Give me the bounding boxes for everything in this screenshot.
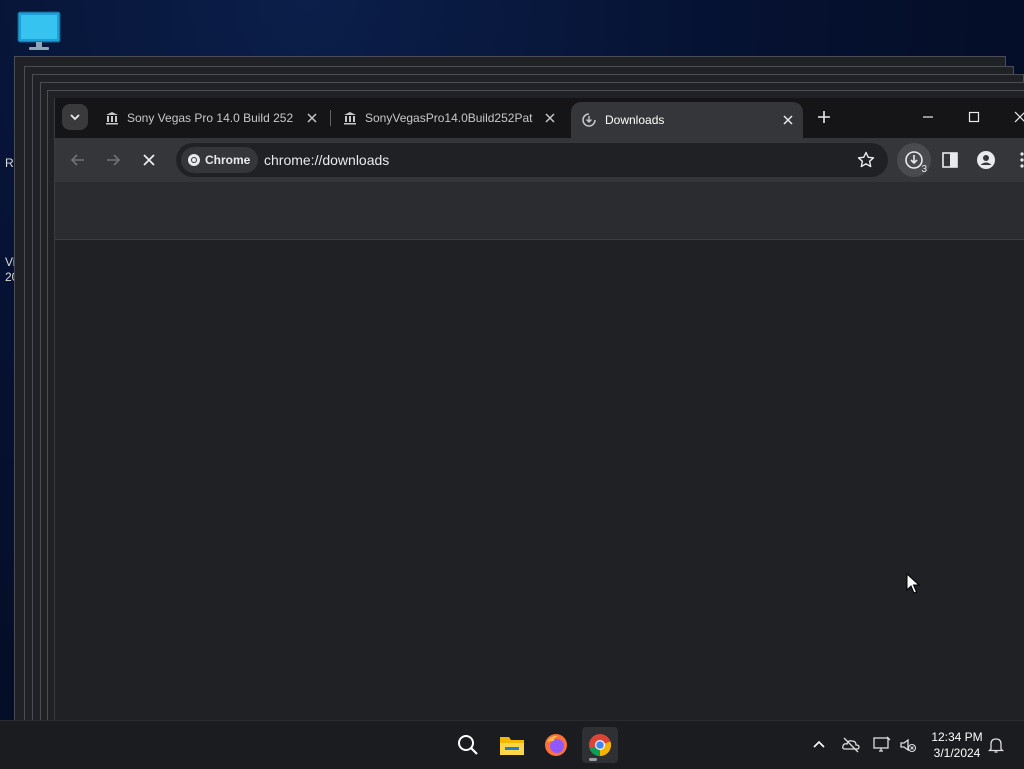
search-icon [458, 735, 478, 755]
more-menu-icon[interactable] [1011, 149, 1024, 171]
chip-label: Chrome [205, 153, 251, 167]
chevron-down-icon [70, 114, 80, 121]
close-tab-icon[interactable] [305, 111, 319, 125]
notification-bell-icon[interactable] [986, 735, 1006, 755]
active-app-indicator [589, 758, 597, 761]
chrome-site-chip[interactable]: Chrome [181, 147, 259, 173]
taskbar-firefox[interactable] [538, 727, 574, 763]
bookmark-star-icon[interactable] [856, 150, 876, 170]
chrome-window: Sony Vegas Pro 14.0 Build 252 SonyVegasP… [54, 98, 1024, 720]
downloads-page-header [55, 182, 1024, 240]
profile-icon[interactable] [975, 149, 997, 171]
url-text[interactable]: chrome://downloads [264, 152, 389, 168]
browser-toolbar: Chrome chrome://downloads 3 [55, 138, 1024, 182]
address-bar[interactable]: Chrome chrome://downloads [176, 143, 888, 177]
close-tab-icon[interactable] [781, 113, 795, 127]
maximize-icon[interactable] [963, 106, 985, 128]
tab-label: Downloads [605, 113, 665, 127]
minimize-icon[interactable] [917, 106, 939, 128]
forward-arrow-icon[interactable] [102, 149, 124, 171]
stop-loading-icon[interactable] [138, 149, 160, 171]
mouse-cursor-icon [906, 573, 920, 594]
volume-muted-icon[interactable] [898, 735, 918, 755]
tab-sony-vegas-patch[interactable]: SonyVegasPro14.0Build252Patc [337, 102, 565, 134]
museum-icon [344, 112, 356, 125]
chevron-up-icon[interactable] [809, 735, 829, 755]
back-arrow-icon[interactable] [67, 149, 89, 171]
tab-downloads[interactable]: Downloads [571, 102, 803, 138]
close-tab-icon[interactable] [543, 111, 557, 125]
downloads-button[interactable]: 3 [897, 143, 931, 177]
taskbar-clock[interactable]: 12:34 PM 3/1/2024 [922, 729, 992, 761]
side-panel-icon[interactable] [939, 149, 961, 171]
chrome-logo-icon [188, 154, 200, 166]
new-tab-icon[interactable] [813, 106, 835, 128]
file-explorer-icon [500, 737, 524, 755]
downloads-count: 3 [921, 164, 927, 175]
chrome-icon [589, 734, 612, 757]
this-pc-desktop-icon[interactable] [16, 10, 62, 52]
tab-label: Sony Vegas Pro 14.0 Build 252 [127, 111, 294, 125]
firefox-icon [545, 734, 567, 756]
tab-strip: Sony Vegas Pro 14.0 Build 252 SonyVegasP… [55, 98, 1024, 138]
tab-separator [330, 110, 331, 126]
close-window-icon[interactable] [1009, 106, 1024, 128]
downloads-page-icon [582, 113, 596, 127]
tab-search-button[interactable] [62, 104, 88, 130]
desktop-icon-label: R [5, 156, 14, 170]
taskbar-chrome[interactable] [582, 727, 618, 763]
onedrive-offline-icon[interactable] [841, 735, 861, 755]
network-icon[interactable] [872, 735, 892, 755]
taskbar: 12:34 PM 3/1/2024 [0, 720, 1024, 769]
tab-sony-vegas[interactable]: Sony Vegas Pro 14.0 Build 252 [99, 102, 327, 134]
clock-time: 12:34 PM [931, 730, 983, 744]
tab-label: SonyVegasPro14.0Build252Patc [365, 111, 533, 125]
museum-icon [106, 112, 118, 125]
taskbar-file-explorer[interactable] [494, 727, 530, 763]
downloads-page-content [55, 240, 1024, 720]
taskbar-search-button[interactable] [450, 727, 486, 763]
clock-date: 3/1/2024 [933, 746, 981, 760]
